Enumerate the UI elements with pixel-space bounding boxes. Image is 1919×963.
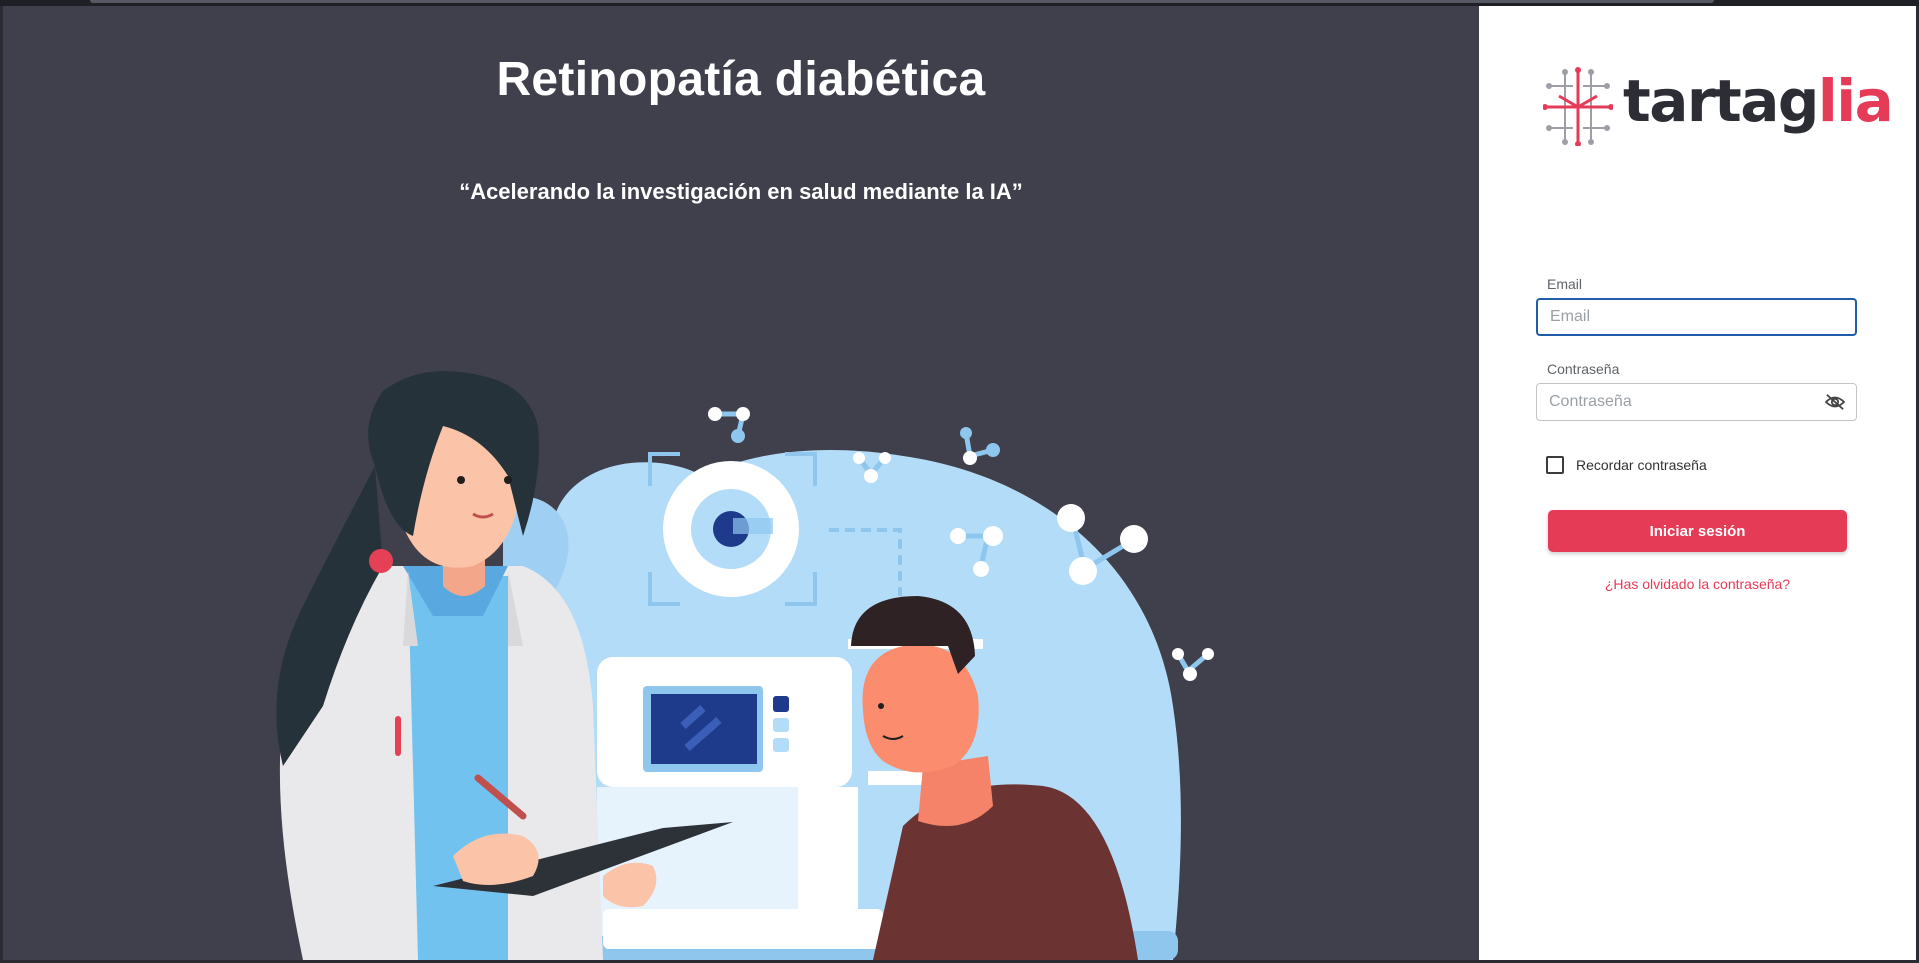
remember-checkbox[interactable] <box>1546 456 1564 474</box>
hero-panel: Retinopatía diabética “Acelerando la inv… <box>3 6 1479 960</box>
brand-logo: tartaglia <box>1542 66 1894 147</box>
remember-password-row[interactable]: Recordar contraseña <box>1546 455 1707 475</box>
eye-exam-illustration <box>276 371 1214 960</box>
brand-wordmark-accent: lia <box>1817 67 1894 135</box>
email-input[interactable] <box>1550 300 1820 334</box>
brand-wordmark: tartaglia <box>1623 72 1894 130</box>
login-panel: tartaglia Email Contraseña Recordar cont… <box>1479 6 1916 960</box>
email-field[interactable] <box>1536 298 1857 336</box>
password-input[interactable] <box>1549 384 1819 420</box>
password-label: Contraseña <box>1547 361 1620 377</box>
window-tab-strip <box>90 0 1714 3</box>
email-label: Email <box>1547 276 1583 292</box>
brand-wordmark-main: tartag <box>1623 67 1819 135</box>
login-button[interactable]: Iniciar sesión <box>1548 510 1847 552</box>
forgot-password-link[interactable]: ¿Has olvidado la contraseña? <box>1479 576 1916 592</box>
circuit-logo-icon <box>1542 67 1614 147</box>
eye-off-icon[interactable] <box>1824 393 1846 411</box>
password-field[interactable] <box>1536 383 1857 421</box>
remember-label[interactable]: Recordar contraseña <box>1576 457 1707 473</box>
